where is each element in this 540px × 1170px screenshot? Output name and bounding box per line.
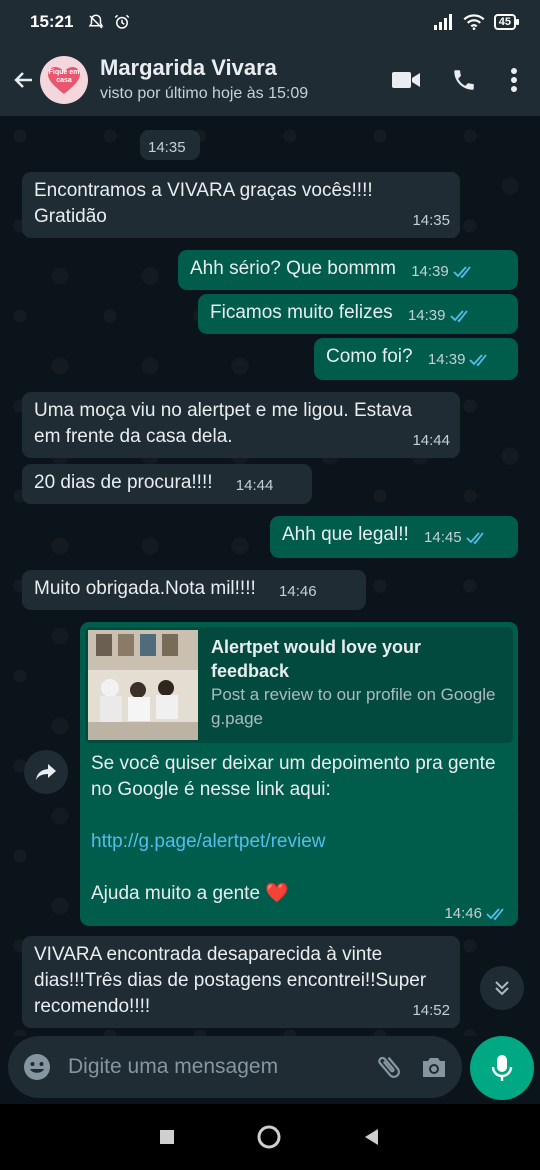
- message-time: 14:45: [424, 529, 462, 546]
- video-call-button[interactable]: [390, 64, 422, 96]
- scroll-to-bottom-button[interactable]: [480, 966, 524, 1010]
- signal-icon: [433, 14, 452, 30]
- paperclip-icon[interactable]: [374, 1052, 404, 1082]
- message-incoming[interactable]: Muito obrigada.Nota mil!!!! 14:46: [22, 570, 366, 610]
- last-seen: visto por último hoje às 15:09: [100, 85, 309, 102]
- message-text: Uma moça viu no alertpet e me ligou. Est…: [34, 400, 413, 447]
- message-outgoing[interactable]: Ficamos muito felizes 14:39: [198, 294, 518, 334]
- read-ticks-icon: [449, 310, 468, 323]
- message-incoming[interactable]: 20 dias de procura!!!! 14:44: [22, 464, 312, 504]
- message-meta: 14:44: [412, 428, 450, 454]
- message-time: 14:44: [412, 432, 450, 449]
- do-not-disturb-icon: [89, 14, 104, 29]
- message-text: Ficamos muito felizes: [210, 302, 393, 323]
- chat-area[interactable]: 14:35 Encontramos a VIVARA graças vocês!…: [0, 116, 540, 1036]
- message-meta: 14:52: [412, 998, 450, 1024]
- contact-name: Margarida Vivara: [100, 55, 277, 80]
- message-text: Como foi?: [326, 346, 413, 367]
- message-time: 14:35: [148, 139, 186, 156]
- more-vert-icon: [511, 68, 517, 92]
- message-body: Se você quiser deixar um depoimento pra …: [80, 743, 518, 915]
- message-incoming[interactable]: Uma moça viu no alertpet e me ligou. Est…: [22, 392, 460, 458]
- message-link[interactable]: http://g.page/alertpet/review: [91, 829, 507, 855]
- message-outgoing[interactable]: Ahh que legal!! 14:45: [270, 516, 518, 558]
- avatar[interactable]: Fique em casa: [40, 56, 88, 104]
- message-time: 14:52: [412, 1002, 450, 1019]
- wifi-icon: [463, 14, 485, 30]
- forward-icon: [36, 764, 56, 780]
- video-call-icon: [392, 72, 420, 88]
- message-outgoing-link[interactable]: Alertpet would love your feedback Post a…: [80, 622, 518, 926]
- message-text: Ajuda muito a gente ❤️: [91, 883, 289, 904]
- status-bar: 15:21 45: [0, 0, 540, 44]
- mic-icon: [491, 1055, 513, 1081]
- emoji-icon[interactable]: [22, 1052, 52, 1082]
- message-outgoing[interactable]: Como foi? 14:39: [314, 338, 518, 380]
- read-ticks-icon: [465, 532, 484, 545]
- message-time: 14:46: [279, 583, 317, 600]
- message-time: 14:44: [235, 477, 274, 494]
- back-nav-icon[interactable]: [362, 1127, 382, 1147]
- link-preview-title: Alertpet would love your feedback: [211, 637, 422, 681]
- message-meta: 14:39: [408, 303, 472, 329]
- avatar-text: Fique em casa: [48, 69, 80, 84]
- system-nav-bar: [0, 1104, 540, 1170]
- link-preview-domain: g.page: [211, 709, 263, 728]
- link-preview-image: [88, 630, 198, 740]
- message-incoming[interactable]: 14:35: [140, 130, 200, 160]
- battery-icon: 45: [493, 14, 520, 30]
- message-incoming[interactable]: VIVARA encontrada desaparecida à vinte d…: [22, 936, 460, 1028]
- message-text: Encontramos a VIVARA graças vocês!!!! Gr…: [34, 180, 373, 227]
- message-outgoing[interactable]: Ahh sério? Que bommm 14:39: [178, 250, 518, 290]
- forward-button[interactable]: [24, 750, 68, 794]
- message-text: Ahh que legal!!: [282, 524, 409, 545]
- read-ticks-icon: [453, 266, 471, 279]
- camera-icon[interactable]: [420, 1054, 448, 1080]
- status-time: 15:21: [30, 12, 74, 31]
- message-time: 14:46: [444, 905, 482, 922]
- link-preview[interactable]: Alertpet would love your feedback Post a…: [85, 627, 513, 743]
- message-input[interactable]: [68, 1055, 374, 1079]
- alarm-icon: [115, 14, 130, 29]
- message-input-container: [8, 1036, 462, 1098]
- message-meta: 14:39: [411, 259, 475, 285]
- contact-info[interactable]: Margarida Vivara visto por último hoje à…: [100, 55, 364, 105]
- link-preview-text: Alertpet would love your feedback Post a…: [201, 627, 513, 743]
- message-text: Ahh sério? Que bommm: [190, 258, 396, 279]
- recents-icon[interactable]: [158, 1128, 176, 1146]
- message-incoming[interactable]: Encontramos a VIVARA graças vocês!!!! Gr…: [22, 172, 460, 238]
- more-options-button[interactable]: [498, 64, 530, 96]
- read-ticks-icon: [486, 907, 504, 920]
- message-meta: 14:46: [279, 579, 317, 605]
- message-meta: 14:44: [236, 473, 274, 499]
- chevrons-down-icon: [495, 981, 509, 996]
- message-text: 20 dias de procura!!!!: [34, 472, 213, 493]
- link-preview-description: Post a review to our profile on Google: [211, 685, 496, 704]
- message-meta: 14:46: [444, 905, 508, 922]
- message-text: VIVARA encontrada desaparecida à vinte d…: [34, 944, 427, 1017]
- back-button[interactable]: [10, 66, 38, 94]
- message-time: 14:39: [407, 307, 446, 324]
- phone-icon: [454, 70, 474, 90]
- message-meta: 14:39: [428, 347, 492, 373]
- composer: [0, 1036, 540, 1104]
- voice-call-button[interactable]: [448, 64, 480, 96]
- chat-header: Fique em casa Margarida Vivara visto por…: [0, 44, 540, 116]
- arrow-left-icon: [14, 72, 32, 88]
- message-time: 14:35: [412, 212, 450, 229]
- home-icon[interactable]: [256, 1124, 282, 1150]
- preview-photo: [88, 630, 198, 740]
- message-time: 14:39: [427, 351, 466, 368]
- message-time: 14:39: [411, 263, 449, 280]
- message-text: Muito obrigada.Nota mil!!!!: [34, 578, 256, 599]
- read-ticks-icon: [469, 354, 488, 367]
- message-meta: 14:35: [412, 208, 450, 234]
- message-text: Se você quiser deixar um depoimento pra …: [91, 753, 496, 800]
- voice-message-button[interactable]: [470, 1036, 534, 1100]
- message-meta: 14:45: [424, 525, 488, 551]
